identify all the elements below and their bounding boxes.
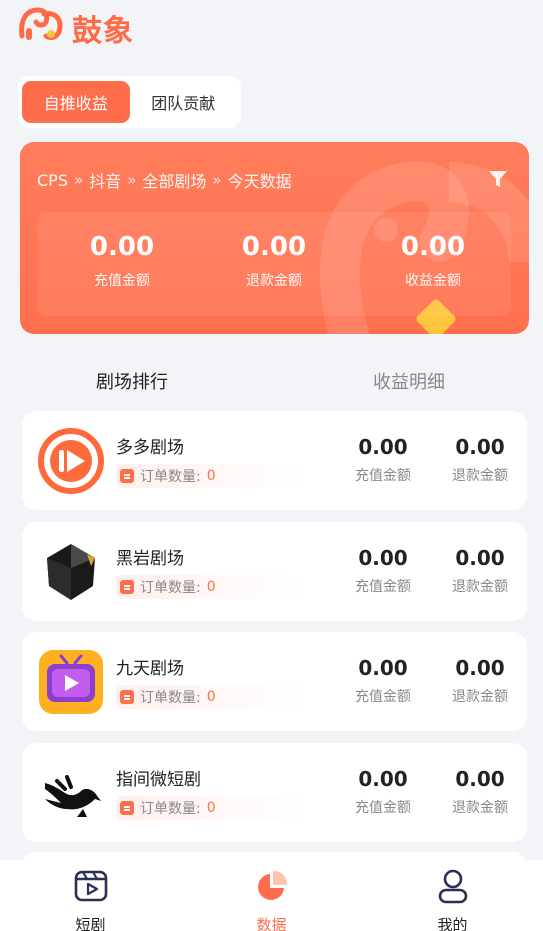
stat-recharge: 0.00 充值金额 [52, 232, 192, 290]
order-label: 订单数量: [140, 580, 201, 596]
double-chevron-icon: » [212, 171, 222, 189]
video-icon [74, 870, 107, 902]
theater-name: 黑岩剧场 [116, 549, 184, 569]
black-crystal-icon [47, 544, 95, 600]
income-tabs: 自推收益 团队贡献 [18, 76, 241, 128]
double-chevron-icon: » [127, 171, 137, 189]
order-label: 订单数量: [140, 801, 201, 817]
refund-label: 退款金额 [452, 689, 508, 705]
recharge-label: 充值金额 [355, 579, 411, 595]
breadcrumb-item[interactable]: 今天数据 [228, 168, 292, 192]
stat-value: 0.00 [400, 232, 466, 262]
order-icon [120, 801, 134, 815]
stat-label: 退款金额 [246, 273, 302, 289]
app-header: 鼓象 [0, 0, 543, 60]
breadcrumb-item[interactable]: 全部剧场 [142, 168, 206, 192]
theater-name: 指间微短剧 [116, 770, 201, 790]
order-icon [120, 580, 134, 594]
stat-value: 0.00 [241, 232, 307, 262]
nav-short-drama[interactable]: 短剧 [31, 860, 151, 931]
summary-card: CPS » 抖音 » 全部剧场 » 今天数据 0.00 充值金额 0.00 退款… [20, 142, 529, 334]
order-value: 0 [206, 689, 216, 705]
theater-card[interactable]: 多多剧场 订单数量: 0 0.00 充值金额 0.00 退款金额 [22, 411, 527, 510]
pie-chart-icon [257, 870, 287, 900]
order-count: 订单数量: 0 [116, 685, 306, 709]
order-value: 0 [206, 579, 216, 595]
recharge-value: 0.00 [358, 767, 408, 791]
breadcrumb-item[interactable]: CPS [37, 171, 68, 190]
section-detail[interactable]: 收益明细 [373, 368, 445, 394]
tab-team-contribution[interactable]: 团队贡献 [130, 81, 238, 123]
recharge-col: 0.00 充值金额 [343, 546, 423, 596]
nav-label: 我的 [437, 916, 468, 931]
stat-income: 0.00 收益金额 [363, 232, 503, 290]
refund-label: 退款金额 [452, 800, 508, 816]
play-circle-icon [38, 428, 104, 494]
order-label: 订单数量: [140, 690, 201, 706]
elephant-logo-icon [19, 7, 63, 41]
refund-value: 0.00 [455, 656, 505, 680]
refund-value: 0.00 [455, 767, 505, 791]
refund-col: 0.00 退款金额 [440, 546, 520, 596]
order-icon [120, 690, 134, 704]
order-value: 0 [206, 468, 216, 484]
user-icon [438, 869, 467, 904]
bird-hand-icon [45, 775, 101, 817]
tv-play-icon [39, 650, 103, 714]
order-count: 订单数量: 0 [116, 464, 306, 488]
tab-self-income[interactable]: 自推收益 [22, 81, 130, 123]
brand-name: 鼓象 [72, 14, 134, 49]
order-icon [120, 469, 134, 483]
refund-col: 0.00 退款金额 [440, 767, 520, 817]
recharge-label: 充值金额 [355, 468, 411, 484]
recharge-label: 充值金额 [355, 800, 411, 816]
refund-label: 退款金额 [452, 468, 508, 484]
recharge-label: 充值金额 [355, 689, 411, 705]
stat-label: 收益金额 [405, 273, 461, 289]
nav-label: 数据 [256, 916, 287, 931]
refund-col: 0.00 退款金额 [440, 435, 520, 485]
refund-value: 0.00 [455, 546, 505, 570]
bottom-nav: 短剧 数据 我的 [0, 860, 543, 931]
recharge-col: 0.00 充值金额 [343, 435, 423, 485]
double-chevron-icon: » [73, 171, 84, 189]
refund-value: 0.00 [455, 435, 505, 459]
order-count: 订单数量: 0 [116, 575, 306, 599]
theater-name: 多多剧场 [116, 438, 184, 458]
stat-value: 0.00 [89, 232, 155, 262]
order-count: 订单数量: 0 [116, 796, 306, 820]
recharge-value: 0.00 [358, 656, 408, 680]
stat-label: 充值金额 [94, 273, 150, 289]
recharge-col: 0.00 充值金额 [343, 767, 423, 817]
nav-data[interactable]: 数据 [212, 860, 332, 931]
breadcrumb-item[interactable]: 抖音 [89, 168, 121, 192]
recharge-value: 0.00 [358, 435, 408, 459]
order-value: 0 [206, 800, 216, 816]
nav-label: 短剧 [75, 916, 106, 931]
theater-card[interactable]: 指间微短剧 订单数量: 0 0.00 充值金额 0.00 退款金额 [22, 743, 527, 842]
theater-card[interactable]: 黑岩剧场 订单数量: 0 0.00 充值金额 0.00 退款金额 [22, 522, 527, 621]
order-label: 订单数量: [140, 469, 201, 485]
stats-box: 0.00 充值金额 0.00 退款金额 0.00 收益金额 [37, 212, 511, 316]
stat-refund: 0.00 退款金额 [204, 232, 344, 290]
theater-card[interactable]: 九天剧场 订单数量: 0 0.00 充值金额 0.00 退款金额 [22, 632, 527, 731]
nav-mine[interactable]: 我的 [393, 860, 513, 931]
recharge-value: 0.00 [358, 546, 408, 570]
refund-label: 退款金额 [452, 579, 508, 595]
section-ranking[interactable]: 剧场排行 [96, 368, 168, 394]
refund-col: 0.00 退款金额 [440, 656, 520, 706]
recharge-col: 0.00 充值金额 [343, 656, 423, 706]
theater-name: 九天剧场 [116, 659, 184, 679]
filter-icon[interactable] [487, 168, 509, 190]
breadcrumb[interactable]: CPS » 抖音 » 全部剧场 » 今天数据 [37, 168, 292, 192]
